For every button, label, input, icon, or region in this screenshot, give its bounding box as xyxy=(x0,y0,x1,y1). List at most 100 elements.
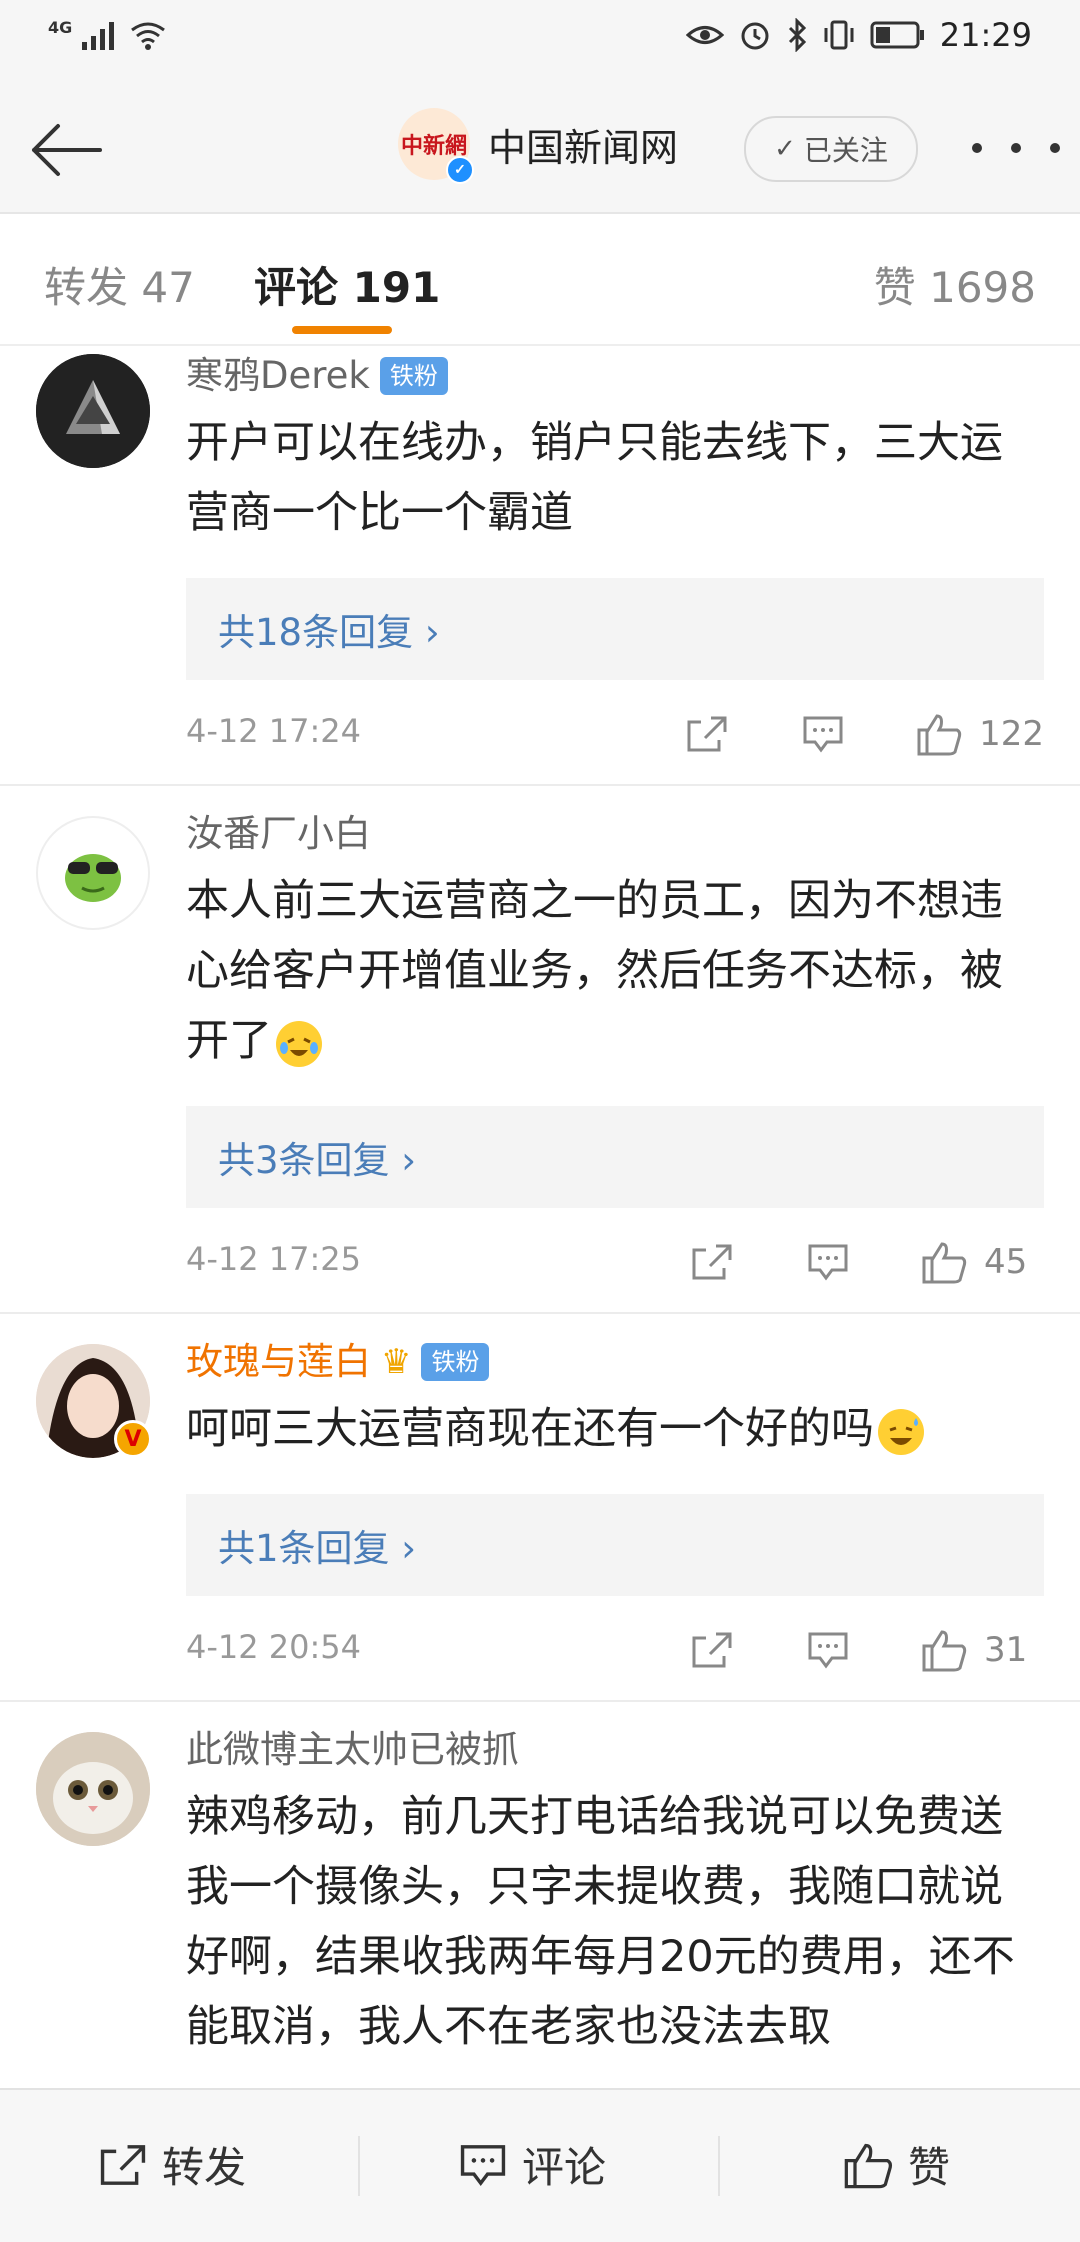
like-count: 31 xyxy=(984,1630,1028,1670)
comment-text: 开户可以在线办，销户只能去线下，三大运营商一个比一个霸道 xyxy=(186,418,1003,538)
comment-item: 寒鸦Derek 铁粉 开户可以在线办，销户只能去线下，三大运营商一个比一个霸道 … xyxy=(0,346,1080,786)
comment-label: 评论 xyxy=(522,2143,607,2192)
repost-label: 转发 xyxy=(162,2143,247,2192)
share-button[interactable] xyxy=(682,1620,742,1680)
check-icon: ✓ xyxy=(774,134,796,164)
nav-bar: 中新網 ✓ 中国新闻网 ✓ 已关注 xyxy=(0,80,1080,214)
reply-button[interactable] xyxy=(798,1620,858,1680)
comment-actions: 45 xyxy=(626,1232,1044,1292)
verified-icon: ✓ xyxy=(446,156,474,184)
replies-link[interactable]: 共3条回复 › xyxy=(186,1106,1044,1208)
eye-icon xyxy=(685,26,724,44)
user-avatar[interactable] xyxy=(36,354,150,468)
account-header[interactable]: 中新網 ✓ 中国新闻网 xyxy=(398,108,678,184)
replies-link[interactable]: 共18条回复 › xyxy=(186,578,1044,680)
account-avatar[interactable]: 中新網 ✓ xyxy=(398,108,474,184)
signal-icon xyxy=(82,22,115,50)
status-bar: 4G 21:29 xyxy=(0,0,1080,80)
share-icon xyxy=(692,1244,732,1280)
back-button[interactable] xyxy=(26,110,106,190)
like-count: 45 xyxy=(984,1242,1028,1282)
vip-badge-icon: V xyxy=(114,1420,152,1458)
bottom-action-bar: 转发 评论 赞 xyxy=(0,2088,1080,2242)
share-icon xyxy=(100,2144,146,2185)
status-indicators: 21:29 xyxy=(685,16,1032,54)
comment-item: 汝番厂小白 本人前三大运营商之一的员工，因为不想违心给客户开增值业务，然后任务不… xyxy=(0,786,1080,1314)
comment-icon xyxy=(808,1244,848,1281)
follow-button[interactable]: ✓ 已关注 xyxy=(744,116,918,182)
comment-item: V 玫瑰与莲白 ♛ 铁粉 呵呵三大运营商现在还有一个好的吗 共1条回复 › 4-… xyxy=(0,1314,1080,1702)
reply-button[interactable] xyxy=(798,1232,858,1292)
comment-meta: 4-12 20:54 31 xyxy=(186,1596,1044,1700)
share-button[interactable] xyxy=(677,704,737,764)
share-button[interactable] xyxy=(682,1232,742,1292)
tab-comments[interactable]: 评论 191 xyxy=(254,254,440,315)
sweat-smile-emoji-icon xyxy=(878,1408,924,1455)
account-name[interactable]: 中国新闻网 xyxy=(488,117,678,172)
comment-username[interactable]: 寒鸦Derek 铁粉 xyxy=(186,350,1044,402)
like-button[interactable]: 赞 xyxy=(842,2134,950,2195)
comment-username[interactable]: 玫瑰与莲白 ♛ 铁粉 xyxy=(186,1336,1044,1388)
like-button[interactable] xyxy=(914,1232,974,1292)
battery-icon xyxy=(870,21,924,49)
wifi-icon xyxy=(131,22,166,50)
comment-username[interactable]: 汝番厂小白 xyxy=(186,808,1044,860)
reply-button[interactable] xyxy=(793,704,853,764)
like-button[interactable] xyxy=(909,704,969,764)
divider xyxy=(358,2136,360,2196)
share-icon xyxy=(687,716,727,752)
avatar-image xyxy=(36,354,150,468)
like-button[interactable] xyxy=(914,1620,974,1680)
user-avatar[interactable] xyxy=(36,1732,150,1846)
alarm-icon xyxy=(741,22,769,50)
fan-badge: 铁粉 xyxy=(379,357,448,395)
comment-meta: 4-12 17:24 122 xyxy=(186,680,1044,784)
tab-likes[interactable]: 赞 1698 xyxy=(874,254,1036,315)
avatar-image xyxy=(36,1732,150,1846)
vibrate-icon xyxy=(824,20,854,50)
like-count: 122 xyxy=(979,714,1044,754)
thumbs-up-icon xyxy=(917,714,962,756)
username-text[interactable]: 汝番厂小白 xyxy=(186,808,371,860)
more-dot-icon xyxy=(972,143,982,153)
like-label: 赞 xyxy=(908,2143,951,2192)
clock: 21:29 xyxy=(939,16,1032,54)
username-text[interactable]: 此微博主太帅已被抓 xyxy=(186,1724,519,1776)
bluetooth-icon xyxy=(788,18,806,52)
username-text[interactable]: 寒鸦Derek xyxy=(186,350,370,402)
more-dot-icon xyxy=(1050,143,1060,153)
tab-repost[interactable]: 转发 47 xyxy=(44,254,195,315)
crown-icon: ♛ xyxy=(381,1342,412,1382)
fan-badge: 铁粉 xyxy=(421,1343,490,1381)
laugh-cry-emoji-icon xyxy=(276,1020,322,1067)
comment-text: 辣鸡移动，前几天打电话给我说可以免费送我一个摄像头，只字未提收费，我随口就说好啊… xyxy=(186,1792,1015,2052)
user-avatar[interactable]: V xyxy=(36,1344,152,1458)
tab-bar: 转发 47 评论 191 赞 1698 xyxy=(0,214,1080,346)
active-tab-indicator xyxy=(292,326,392,334)
thumbs-up-icon xyxy=(922,1630,967,1672)
comment-time: 4-12 17:24 xyxy=(186,712,362,750)
thumbs-up-icon xyxy=(844,2143,893,2188)
avatar-image xyxy=(65,854,121,902)
user-avatar[interactable] xyxy=(36,816,150,930)
comment-time: 4-12 20:54 xyxy=(186,1628,362,1666)
comment-text-body: 呵呵三大运营商现在还有一个好的吗 xyxy=(186,1404,874,1454)
comment-actions: 122 xyxy=(621,704,1044,764)
replies-link[interactable]: 共1条回复 › xyxy=(186,1494,1044,1596)
arrow-left-icon xyxy=(32,124,102,176)
username-text[interactable]: 玫瑰与莲白 xyxy=(186,1336,371,1388)
comment-username[interactable]: 此微博主太帅已被抓 xyxy=(186,1724,1044,1776)
comment-time: 4-12 17:25 xyxy=(186,1240,362,1278)
divider xyxy=(718,2136,720,2196)
comment-button[interactable]: 评论 xyxy=(458,2134,606,2195)
comment-icon xyxy=(808,1632,848,1669)
comment-icon xyxy=(803,716,843,753)
share-icon xyxy=(692,1632,732,1668)
comment-text: 呵呵三大运营商现在还有一个好的吗 xyxy=(186,1394,1044,1464)
more-button[interactable] xyxy=(972,128,1060,168)
repost-button[interactable]: 转发 xyxy=(98,2134,246,2195)
thumbs-up-icon xyxy=(922,1242,967,1284)
comment-list[interactable]: 寒鸦Derek 铁粉 开户可以在线办，销户只能去线下，三大运营商一个比一个霸道 … xyxy=(0,346,1080,2088)
more-dot-icon xyxy=(1011,143,1021,153)
comment-icon xyxy=(460,2144,506,2186)
